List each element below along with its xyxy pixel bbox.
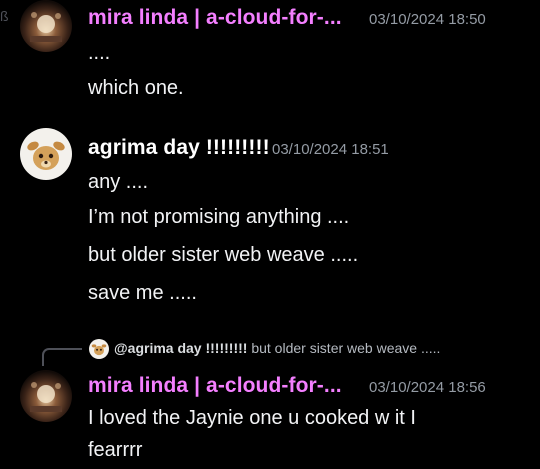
fireplace-avatar-icon: [20, 0, 72, 52]
reply-connector-line: [42, 348, 82, 366]
reply-preview[interactable]: @agrima day !!!!!!!!! but older sister w…: [114, 340, 440, 356]
chat-message-list: ß mira linda | a-cloud-for-... 03/10/202…: [0, 0, 540, 469]
message-line: I loved the Jaynie one u cooked w it I: [88, 407, 416, 429]
message-line: ....: [88, 42, 111, 64]
fireplace-avatar-icon: [20, 370, 72, 422]
reply-snippet: but older sister web weave .....: [251, 340, 441, 356]
message-author[interactable]: mira linda | a-cloud-for-...: [88, 6, 342, 30]
reply-avatar[interactable]: [89, 339, 109, 359]
avatar-mira-linda[interactable]: [20, 0, 72, 52]
message-timestamp: 03/10/2024 18:56: [369, 379, 486, 396]
reply-author[interactable]: @agrima day !!!!!!!!!: [114, 340, 247, 356]
cartoon-deer-avatar-icon: [20, 128, 72, 180]
avatar-agrima-day[interactable]: [20, 128, 72, 180]
message-line: which one.: [88, 77, 184, 99]
avatar-mira-linda[interactable]: [20, 370, 72, 422]
hover-action-edge-icon: ß: [0, 8, 9, 24]
message-timestamp: 03/10/2024 18:50: [369, 11, 486, 28]
message-author[interactable]: mira linda | a-cloud-for-...: [88, 374, 342, 398]
message-line: any ....: [88, 171, 149, 193]
message-author[interactable]: agrima day !!!!!!!!!: [88, 136, 270, 160]
message-timestamp: 03/10/2024 18:51: [272, 141, 389, 158]
message-line: I’m not promising anything ....: [88, 206, 350, 228]
cartoon-deer-avatar-icon: [89, 339, 109, 359]
message-line: save me .....: [88, 282, 197, 304]
message-line: fearrrr: [88, 439, 143, 461]
message-line: but older sister web weave .....: [88, 244, 359, 266]
